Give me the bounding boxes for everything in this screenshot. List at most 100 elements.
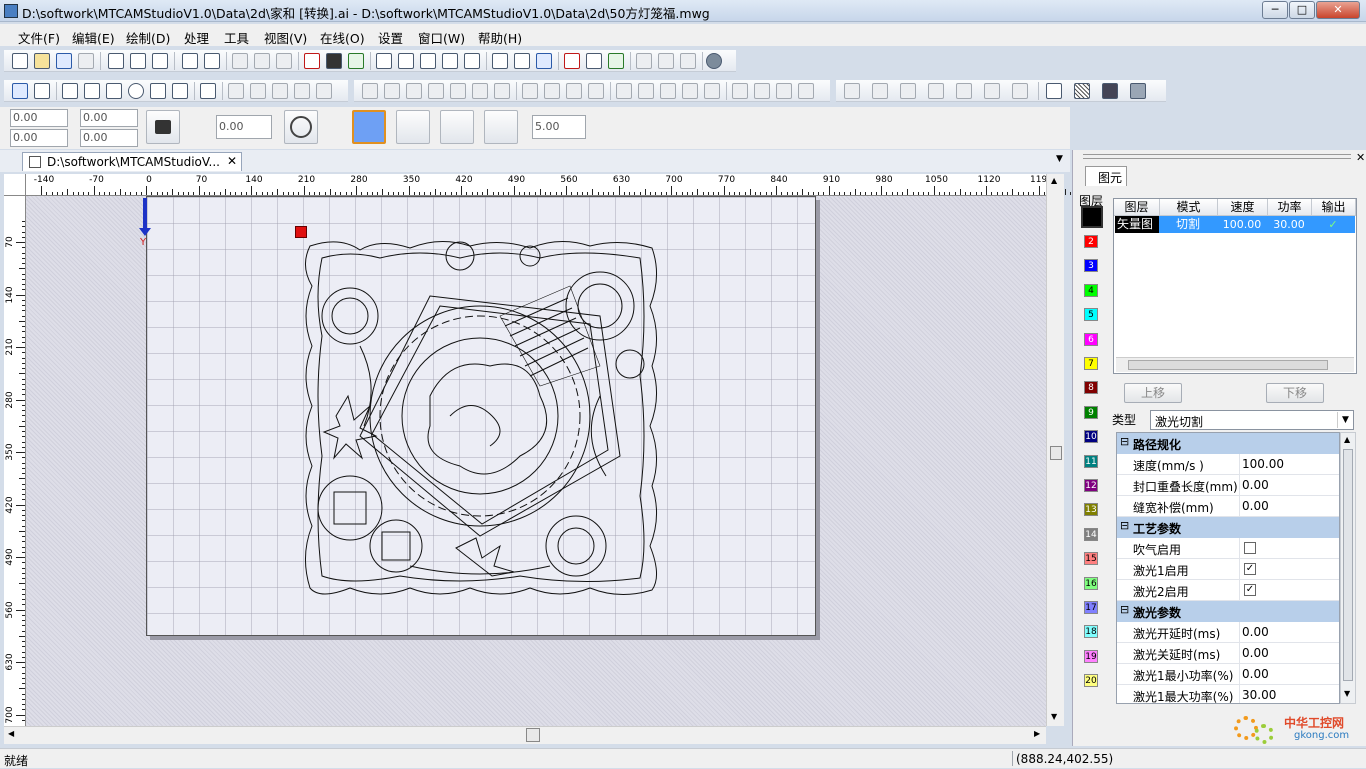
pos-y-input[interactable]: 0.00 — [10, 129, 68, 147]
layer-swatch[interactable]: 9 — [1084, 405, 1098, 419]
corner-chamfer-button[interactable] — [440, 110, 474, 144]
array-grid-icon[interactable] — [844, 83, 860, 99]
property-row[interactable]: 吹气启用 — [1117, 538, 1339, 559]
combine-icon[interactable] — [294, 83, 310, 99]
property-grid-scrollbar[interactable]: ▲ ▼ — [1340, 432, 1356, 704]
zoom-fit-icon[interactable] — [442, 53, 458, 69]
layer-selected-swatch[interactable] — [1081, 206, 1103, 228]
scroll-down-icon[interactable]: ▼ — [1051, 712, 1057, 721]
close-button[interactable]: ✕ — [1316, 1, 1360, 19]
menu-view[interactable]: 视图(V) — [264, 28, 307, 47]
scroll-right-icon[interactable]: ▶ — [1034, 729, 1040, 738]
zoom-icon[interactable] — [420, 53, 436, 69]
property-value[interactable]: 0.00 — [1239, 475, 1339, 496]
checkbox-checked[interactable]: ✓ — [1244, 563, 1256, 575]
align-center-icon[interactable] — [494, 83, 510, 99]
break-apart-icon[interactable] — [316, 83, 332, 99]
property-value[interactable]: ✓ — [1239, 559, 1339, 580]
picture-icon[interactable] — [1130, 83, 1146, 99]
property-value[interactable]: 0.00 — [1239, 643, 1339, 664]
property-value[interactable]: ✓ — [1239, 580, 1339, 601]
layer-swatch[interactable]: 8 — [1084, 381, 1098, 395]
tab-list-arrow-icon[interactable]: ▼ — [1056, 154, 1063, 164]
property-value[interactable]: 30.00 — [1239, 685, 1339, 703]
collapse-toggle-icon[interactable]: ⊟ — [1120, 603, 1129, 616]
laser-head-marker[interactable] — [295, 226, 307, 238]
zoom-in-icon[interactable] — [398, 53, 414, 69]
close-tab-icon[interactable]: ✕ — [227, 154, 237, 168]
grid-scroll-down-icon[interactable]: ▼ — [1344, 689, 1350, 698]
node-edit-icon[interactable] — [492, 53, 508, 69]
pan-hand-icon[interactable] — [376, 53, 392, 69]
copy-icon[interactable] — [130, 53, 146, 69]
vertical-scroll-thumb[interactable] — [1050, 446, 1062, 460]
select-all-icon[interactable] — [232, 53, 248, 69]
corner-inner-button[interactable] — [484, 110, 518, 144]
move-tl-icon[interactable] — [616, 83, 632, 99]
layer-swatch[interactable]: 20 — [1084, 674, 1098, 688]
layer-swatch[interactable]: 19 — [1084, 649, 1098, 663]
align-top-icon[interactable] — [406, 83, 422, 99]
ellipse-icon[interactable] — [128, 83, 144, 99]
lock-ratio-button[interactable] — [146, 110, 180, 144]
group-icon[interactable] — [254, 53, 270, 69]
grid-scroll-thumb[interactable] — [1343, 449, 1353, 681]
menu-process[interactable]: 处理 — [184, 28, 209, 47]
layer-swatch[interactable]: 12 — [1084, 479, 1098, 492]
property-category[interactable]: ⊟ 工艺参数 — [1117, 517, 1339, 538]
ungroup-icon[interactable] — [276, 53, 292, 69]
space-h-icon[interactable] — [776, 83, 792, 99]
dist-2-icon[interactable] — [928, 83, 944, 99]
menu-window[interactable]: 窗口(W) — [418, 28, 465, 47]
layer-swatch[interactable]: 11 — [1084, 454, 1098, 468]
tool-settings-icon[interactable] — [680, 53, 696, 69]
intersect-icon[interactable] — [272, 83, 288, 99]
panel-grip[interactable] — [1083, 154, 1351, 159]
help-globe-icon[interactable] — [706, 53, 722, 69]
dist-4-icon[interactable] — [984, 83, 1000, 99]
move-center-icon[interactable] — [704, 83, 720, 99]
layer-swatch[interactable]: 15 — [1084, 552, 1098, 566]
angle-input[interactable]: 0.00 — [216, 115, 272, 139]
type-select[interactable]: 激光切割 ▼ — [1150, 410, 1354, 430]
layers-icon[interactable] — [348, 53, 364, 69]
scroll-left-icon[interactable]: ◀ — [8, 729, 14, 738]
table-scroll-thumb[interactable] — [1128, 360, 1328, 370]
paste-icon[interactable] — [152, 53, 168, 69]
corner-square-button[interactable] — [352, 110, 386, 144]
document-tab[interactable]: D:\softwork\MTCAMStudioV... ✕ — [22, 152, 242, 171]
pos-x-input[interactable]: 0.00 — [10, 109, 68, 127]
vertical-scrollbar[interactable]: ▲ ▼ — [1046, 174, 1064, 726]
move-br-icon[interactable] — [682, 83, 698, 99]
corner-radius-input[interactable]: 5.00 — [532, 115, 586, 139]
tile-icon[interactable] — [1102, 83, 1118, 99]
vector-artwork[interactable] — [300, 236, 662, 600]
layer-swatch[interactable]: 18 — [1084, 625, 1098, 639]
collapse-toggle-icon[interactable]: ⊟ — [1120, 519, 1129, 532]
move-down-button[interactable]: 下移 — [1266, 383, 1324, 403]
layer-swatch[interactable]: 6 — [1084, 332, 1098, 346]
save-icon[interactable] — [56, 53, 72, 69]
horizontal-scroll-thumb[interactable] — [526, 728, 540, 742]
height-input[interactable]: 0.00 — [80, 129, 138, 147]
layer-swatch[interactable]: 5 — [1084, 308, 1098, 322]
rotate-right-icon[interactable] — [588, 83, 604, 99]
menu-edit[interactable]: 编辑(E) — [72, 28, 115, 47]
property-category[interactable]: ⊟ 路径规化 — [1117, 433, 1339, 454]
checkbox-checked[interactable]: ✓ — [1244, 584, 1256, 596]
property-row[interactable]: 激光1启用 ✓ — [1117, 559, 1339, 580]
zoom-page-icon[interactable] — [464, 53, 480, 69]
panel-close-icon[interactable]: ✕ — [1356, 151, 1365, 164]
save-as-icon[interactable] — [78, 53, 94, 69]
horizontal-scrollbar[interactable]: ◀ ▶ — [4, 726, 1046, 744]
property-value[interactable]: 0.00 — [1239, 664, 1339, 685]
same-width-icon[interactable] — [732, 83, 748, 99]
mirror-h-icon[interactable] — [522, 83, 538, 99]
align-bottom-icon[interactable] — [428, 83, 444, 99]
mirror-v-icon[interactable] — [544, 83, 560, 99]
col-mode[interactable]: 模式 — [1160, 199, 1218, 216]
select-arrow-icon[interactable] — [12, 83, 28, 99]
menu-tools[interactable]: 工具 — [224, 28, 249, 47]
property-value[interactable]: 0.00 — [1239, 622, 1339, 643]
layer-swatch[interactable]: 16 — [1084, 576, 1098, 590]
